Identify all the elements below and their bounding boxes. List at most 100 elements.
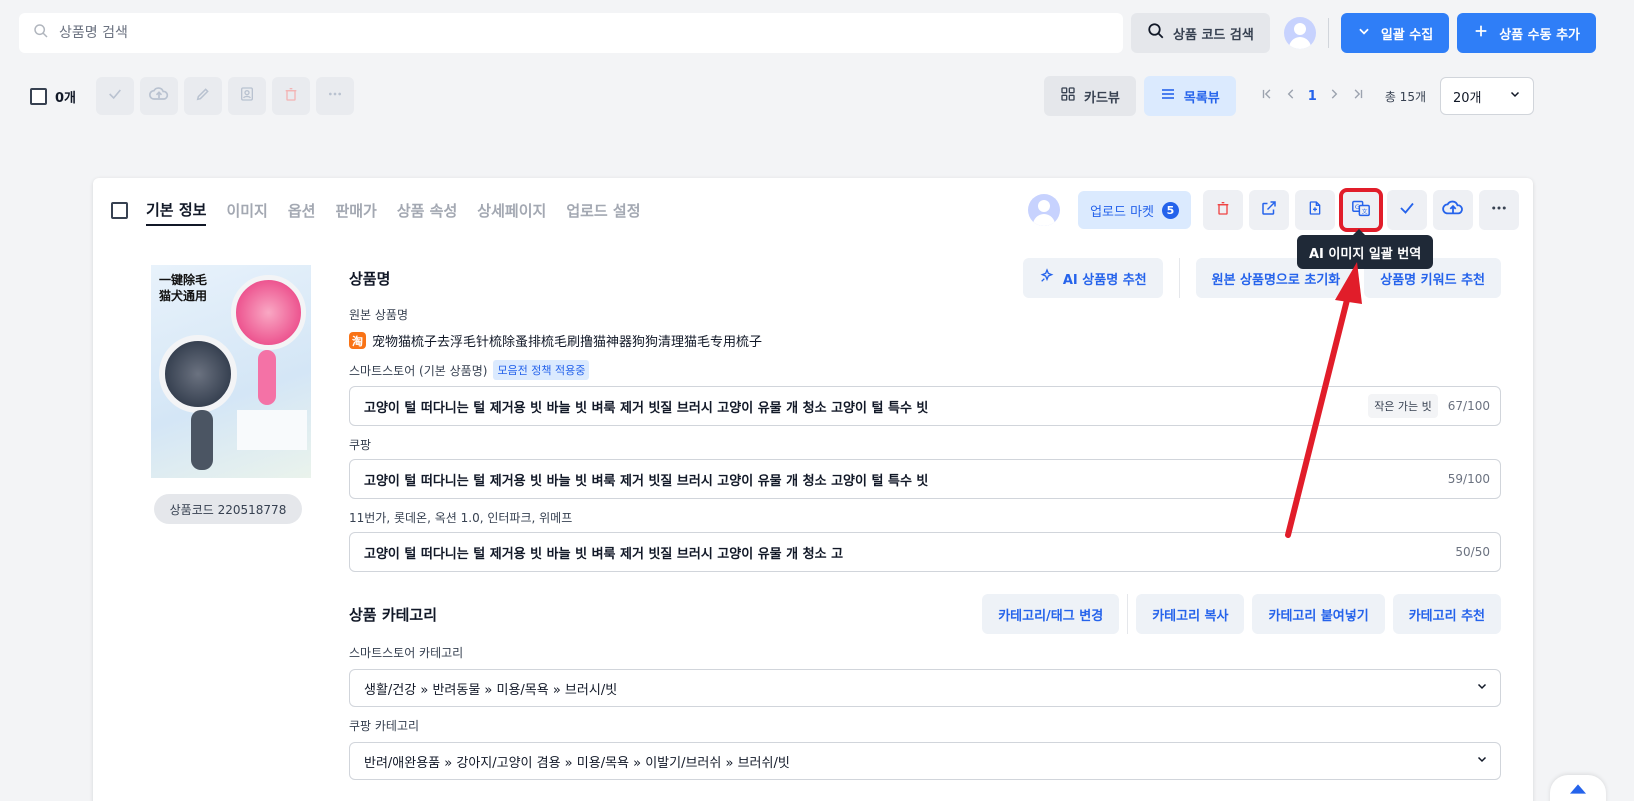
tab-price[interactable]: 판매가: [335, 196, 376, 225]
more-icon: [327, 86, 343, 106]
card-header: 기본 정보 이미지 옵션 판매가 상품 속성 상세페이지 업로드 설정 업로드 …: [111, 188, 1519, 232]
current-page[interactable]: 1: [1308, 89, 1317, 104]
first-page-icon[interactable]: [1260, 87, 1274, 105]
scroll-top-button[interactable]: [1550, 775, 1606, 801]
bulk-collect-button[interactable]: 일괄 수집: [1340, 13, 1450, 53]
original-name: 淘 宠物猫梳子去浮毛针梳除蚤排梳毛刷撸猫神器狗狗清理猫毛专用梳子: [349, 331, 1501, 350]
product-checkbox[interactable]: [111, 201, 128, 219]
list-toolbar: 0개 카드뷰 목록뷰 1 총 15개 20개: [30, 76, 1534, 116]
card-actions: 업로드 마켓 5 G文: [1028, 188, 1519, 232]
tab-options[interactable]: 옵션: [288, 196, 316, 225]
file-add-icon: [1307, 199, 1323, 221]
list-icon: [1160, 86, 1176, 106]
card-view-button[interactable]: 카드뷰: [1044, 76, 1136, 116]
smartstore-name-value: 고양이 털 떠다니는 털 제거용 빗 바늘 빗 벼룩 제거 빗질 브러시 고양이…: [364, 400, 929, 416]
selected-count: 0개: [55, 90, 77, 106]
bulk-more-button[interactable]: [316, 77, 355, 115]
cloud-upload-icon: [149, 85, 169, 107]
open-link-button[interactable]: [1249, 190, 1289, 230]
card-view-label: 카드뷰: [1084, 90, 1120, 106]
cloud-upload-icon: [1442, 199, 1464, 221]
upload-market-button[interactable]: 업로드 마켓 5: [1078, 191, 1191, 229]
pencil-icon: [195, 86, 211, 106]
bulk-check-button[interactable]: [96, 77, 135, 115]
trash-icon: [283, 86, 299, 106]
category-paste-button[interactable]: 카테고리 붙여넣기: [1252, 594, 1385, 634]
search-input[interactable]: [59, 25, 1123, 41]
search-icon: [33, 23, 49, 43]
plus-icon: [1473, 23, 1489, 43]
ai-image-translate-button[interactable]: G文: [1339, 188, 1383, 232]
chevron-down-icon: [1509, 88, 1521, 104]
select-all-checkbox[interactable]: [30, 87, 47, 105]
product-content: 상품명 AI 상품명 추천 원본 상품명으로 초기화 상품명 키워드 추천 원본…: [349, 258, 1501, 780]
tab-detail-page[interactable]: 상세페이지: [477, 196, 546, 225]
bulk-collect-label: 일괄 수집: [1380, 27, 1434, 43]
smartstore-name-field[interactable]: 고양이 털 떠다니는 털 제거용 빗 바늘 빗 벼룩 제거 빗질 브러시 고양이…: [349, 386, 1501, 426]
pagination: 1: [1260, 87, 1365, 105]
manual-add-label: 상품 수동 추가: [1499, 27, 1580, 43]
smartstore-category-value: 생활/건강 » 반려동물 » 미용/목욕 » 브러시/빗: [364, 682, 618, 698]
coupang-name-count: 59/100: [1447, 472, 1490, 486]
upload-button[interactable]: [1433, 190, 1473, 230]
tab-images[interactable]: 이미지: [226, 196, 267, 225]
bulk-edit-button[interactable]: [184, 77, 223, 115]
user-avatar[interactable]: [1283, 17, 1316, 49]
product-code-badge: 상품코드 220518778: [154, 494, 302, 524]
smartstore-category-select[interactable]: 생활/건강 » 반려동물 » 미용/목욕 » 브러시/빗: [349, 669, 1501, 707]
smartstore-name-label: 스마트스토어 (기본 상품명) 모음전 정책 적용중: [349, 360, 1501, 380]
arrow-up-icon: [1570, 783, 1586, 798]
page-size-value: 20개: [1453, 90, 1482, 106]
confirm-button[interactable]: [1387, 190, 1427, 230]
search-box[interactable]: [19, 13, 1123, 53]
chevron-down-icon: [1476, 753, 1488, 769]
last-page-icon[interactable]: [1351, 87, 1365, 105]
list-view-label: 목록뷰: [1183, 90, 1220, 106]
category-recommend-button[interactable]: 카테고리 추천: [1392, 594, 1501, 634]
grid-icon: [1060, 86, 1076, 106]
magnifier-icon: [1147, 22, 1165, 44]
policy-tag: 모음전 정책 적용중: [493, 360, 590, 380]
product-avatar[interactable]: [1028, 194, 1061, 226]
coupang-category-select[interactable]: 반려/애완용품 » 강아지/고양이 겸용 » 미용/목욕 » 이발기/브러쉬 »…: [349, 742, 1501, 780]
product-card: 기본 정보 이미지 옵션 판매가 상품 속성 상세페이지 업로드 설정 업로드 …: [93, 178, 1533, 801]
translate-icon: G文: [1351, 199, 1371, 221]
ai-translate-tooltip: AI 이미지 일괄 번역: [1297, 229, 1434, 269]
prev-page-icon[interactable]: [1284, 87, 1298, 105]
trash-icon: [1215, 199, 1231, 221]
bulk-delete-button[interactable]: [272, 77, 311, 115]
code-search-button[interactable]: 상품 코드 검색: [1131, 13, 1270, 53]
category-change-button[interactable]: 카테고리/태그 변경: [982, 594, 1120, 634]
top-bar: 상품 코드 검색 일괄 수집 상품 수동 추가: [19, 13, 1606, 53]
chevron-down-icon: [1476, 680, 1488, 696]
delete-button[interactable]: [1203, 190, 1243, 230]
name-section-title: 상품명: [349, 269, 391, 288]
coupang-category-label: 쿠팡 카테고리: [349, 719, 420, 733]
coupang-name-field[interactable]: 고양이 털 떠다니는 털 제거용 빗 바늘 빗 벼룩 제거 빗질 브러시 고양이…: [349, 459, 1501, 499]
product-image[interactable]: 一键除毛 猫犬通用: [151, 265, 311, 478]
upload-market-label: 업로드 마켓: [1090, 204, 1154, 220]
total-count: 총 15개: [1384, 89, 1426, 104]
eleven-name-field[interactable]: 고양이 털 떠다니는 털 제거용 빗 바늘 빗 벼룩 제거 빗질 브러시 고양이…: [349, 532, 1501, 572]
tab-upload-settings[interactable]: 업로드 설정: [566, 196, 640, 225]
coupang-name-label: 쿠팡: [349, 438, 372, 452]
upload-market-count: 5: [1162, 201, 1179, 219]
external-link-icon: [1260, 199, 1278, 221]
list-view-button[interactable]: 목록뷰: [1143, 76, 1236, 116]
bulk-contact-button[interactable]: [228, 77, 267, 115]
manual-add-button[interactable]: 상품 수동 추가: [1457, 13, 1596, 53]
bulk-upload-button[interactable]: [140, 77, 179, 115]
more-button[interactable]: [1479, 190, 1519, 230]
next-page-icon[interactable]: [1327, 87, 1341, 105]
ai-name-recommend-button[interactable]: AI 상품명 추천: [1022, 258, 1163, 298]
page-size-select[interactable]: 20개: [1440, 77, 1534, 115]
tab-attributes[interactable]: 상품 속성: [397, 196, 457, 225]
add-file-button[interactable]: [1295, 190, 1335, 230]
sparkle-icon: [1039, 268, 1055, 288]
coupang-category-value: 반려/애완용품 » 강아지/고양이 겸용 » 미용/목욕 » 이발기/브러쉬 »…: [364, 755, 790, 771]
eleven-name-label: 11번가, 롯데온, 옥션 1.0, 인터파크, 위메프: [349, 511, 573, 525]
category-copy-button[interactable]: 카테고리 복사: [1136, 594, 1245, 634]
check-icon: [107, 86, 123, 106]
coupang-name-value: 고양이 털 떠다니는 털 제거용 빗 바늘 빗 벼룩 제거 빗질 브러시 고양이…: [364, 473, 929, 489]
tab-basic-info[interactable]: 기본 정보: [146, 195, 207, 226]
